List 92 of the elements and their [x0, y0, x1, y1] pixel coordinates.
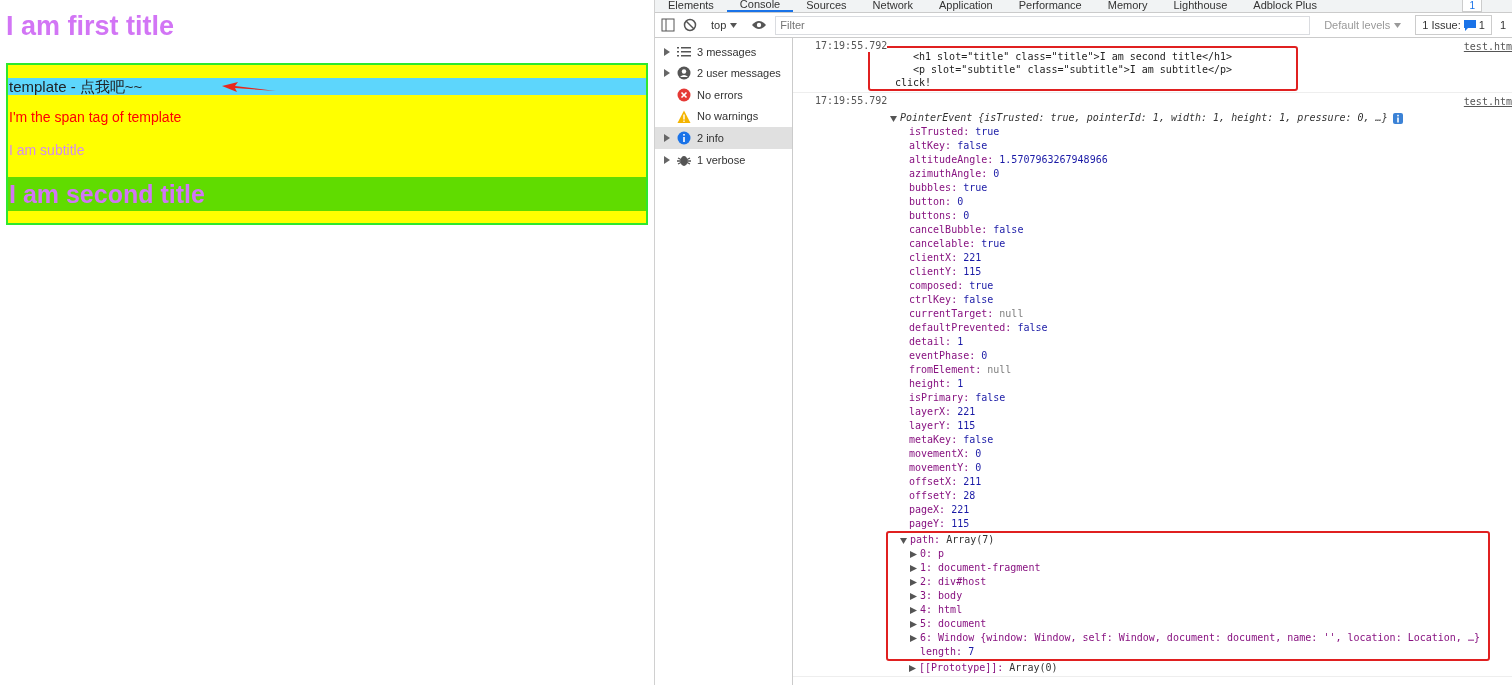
sidebar-item[interactable]: 3 messages: [655, 41, 792, 63]
log-line: <p slot="subtitle" class="subtitle">I am subtitle</p>: [912, 63, 1234, 77]
property-line: button: 0: [909, 195, 964, 210]
issues-count: 1: [1478, 17, 1485, 33]
property-line: movementY: 0: [909, 461, 982, 476]
devtools-tab[interactable]: Lighthouse: [1160, 0, 1241, 12]
property-line: clientX: 221: [909, 251, 982, 266]
property-line: path: Array(7): [910, 533, 995, 548]
property-line: detail: 1: [909, 335, 964, 350]
message-icon: [1463, 19, 1476, 31]
property-line: layerY: 115: [909, 419, 976, 434]
list-icon: [677, 44, 691, 59]
info-icon: [677, 131, 691, 146]
property-line: pageY: 115: [909, 517, 970, 532]
source-link[interactable]: test.htm: [1463, 40, 1512, 55]
caret-icon: [1394, 22, 1402, 28]
property-line: [[Prototype]]: Array(0): [919, 661, 1058, 676]
warning-icon: [677, 109, 691, 124]
sidebar-label: No warnings: [697, 109, 759, 125]
clear-icon: [683, 18, 697, 32]
expand-arrow-icon: [909, 664, 916, 672]
subtitle-text: I am subtitle: [9, 141, 86, 160]
info-icon: [1392, 112, 1403, 124]
property-line: bubbles: true: [909, 181, 988, 196]
eye-icon: [751, 19, 768, 31]
property-line: isPrimary: false: [909, 391, 1006, 406]
second-title: I am second title: [8, 177, 646, 211]
devtools-tab[interactable]: Performance: [1005, 0, 1095, 12]
sidebar-toggle-icon: [661, 18, 675, 32]
span-text: I'm the span tag of template: [9, 108, 183, 127]
sidebar-item[interactable]: 1 verbose: [655, 148, 792, 171]
error-icon: [677, 88, 691, 102]
sidebar-label: 1 verbose: [697, 152, 746, 168]
property-line: altKey: false: [909, 139, 988, 154]
template-label[interactable]: template - 点我吧~~: [9, 78, 143, 95]
devtools-tab[interactable]: Application: [925, 0, 1006, 12]
property-line: buttons: 0: [909, 209, 970, 224]
property-line: clientY: 115: [909, 265, 982, 280]
object-summary: PointerEvent {isTrusted: true, pointerId: 1, width: 1, height: 1, pressure: 0, …}: [900, 111, 1388, 126]
property-line: 0: p: [920, 547, 945, 562]
caret-icon: [730, 22, 738, 28]
issues-button[interactable]: 1 Issue: 1: [1415, 14, 1492, 36]
property-line: 5: document: [920, 617, 987, 632]
property-line: offsetX: 211: [909, 475, 982, 490]
page-title: I am first title: [6, 10, 176, 43]
property-line: ctrlKey: false: [909, 293, 994, 308]
property-line: 6: Window {window: Window, self: Window, document: document, name: '', location: Location, …}: [920, 631, 1480, 646]
property-line: metaKey: false: [909, 433, 994, 448]
property-line: movementX: 0: [909, 447, 982, 462]
issues-label: 1 Issue:: [1422, 17, 1461, 33]
property-line: offsetY: 28: [909, 489, 976, 504]
user-icon: [677, 66, 691, 81]
sidebar-label: 3 messages: [697, 44, 757, 60]
log-line: click!: [894, 76, 933, 90]
property-line: defaultPrevented: false: [909, 321, 1048, 336]
property-line: composed: true: [909, 279, 994, 294]
property-line: layerX: 221: [909, 405, 976, 420]
source-link[interactable]: test.htm: [1463, 95, 1512, 110]
property-line: length: 7: [920, 645, 975, 660]
devtools-tab[interactable]: Network: [859, 0, 926, 12]
log-line: <h1 slot="title" class="title">I am second title</h1>: [912, 51, 1234, 64]
property-line: fromElement: null: [909, 363, 1012, 378]
message-badge[interactable]: 1: [1462, 0, 1482, 12]
property-line: 2: div#host: [920, 575, 987, 590]
sidebar-label: 2 user messages: [697, 66, 781, 82]
filter-field[interactable]: Filter: [775, 15, 1311, 35]
property-line: eventPhase: 0: [909, 349, 988, 364]
property-line: azimuthAngle: 0: [909, 167, 1000, 182]
devtools-tab[interactable]: Console: [726, 0, 794, 12]
property-line: altitudeAngle: 1.5707963267948966: [909, 153, 1108, 168]
context-dropdown[interactable]: top: [705, 16, 744, 34]
devtools-tab[interactable]: Sources: [793, 0, 860, 12]
property-line: cancelBubble: false: [909, 223, 1024, 238]
sidebar-item[interactable]: No warnings: [655, 105, 792, 128]
devtools-tab[interactable]: Adblock Plus: [1240, 0, 1330, 12]
devtools-tab[interactable]: Elements: [655, 0, 727, 12]
devtools-tab[interactable]: Memory: [1094, 0, 1161, 12]
sidebar-label: 2 info: [697, 130, 724, 146]
hidden-count: 1: [1499, 17, 1506, 33]
property-line: 3: body: [920, 589, 963, 604]
sidebar-item[interactable]: 2 user messages: [655, 62, 792, 85]
timestamp: 17:19:55.792: [815, 40, 888, 52]
property-line: pageX: 221: [909, 503, 970, 518]
property-line: isTrusted: true: [909, 125, 1000, 140]
property-line: cancelable: true: [909, 237, 1006, 252]
sidebar-item[interactable]: 2 info: [655, 127, 792, 149]
property-line: 4: html: [920, 603, 963, 618]
sidebar-label: No errors: [697, 87, 743, 103]
property-line: 1: document-fragment: [920, 561, 1041, 576]
property-line: height: 1: [909, 377, 964, 392]
property-line: currentTarget: null: [909, 307, 1024, 322]
sidebar-item[interactable]: No errors: [655, 84, 792, 106]
